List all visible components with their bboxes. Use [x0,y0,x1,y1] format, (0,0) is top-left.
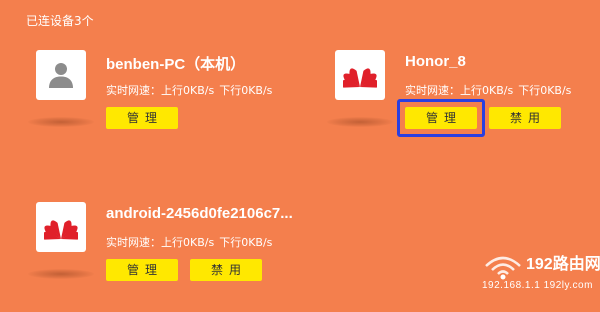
upload-speed: 上行0KB/s [161,84,215,97]
device-card: android-2456d0fe2106c7... 实时网速：上行0KB/s 下行… [28,202,296,312]
download-speed: 下行0KB/s [219,84,273,97]
download-speed: 下行0KB/s [518,84,572,97]
connected-devices-title: 已连设备3个 [26,14,94,28]
speed-line: 实时网速：上行0KB/s 下行0KB/s [405,82,571,98]
device-name: benben-PC（本机） [106,56,246,73]
device-icon-box [335,50,385,100]
speed-label: 实时网速： [106,84,161,97]
speed-line: 实时网速：上行0KB/s 下行0KB/s [106,82,272,98]
upload-speed: 上行0KB/s [460,84,514,97]
speed-label: 实时网速： [106,236,161,249]
device-icon-box [36,50,86,100]
watermark: 192路由网 192.168.1.1 192ly.com [476,250,600,310]
disable-button[interactable]: 禁用 [489,107,561,129]
watermark-domain: 192.168.1.1 192ly.com [482,280,593,291]
speed-line: 实时网速：上行0KB/s 下行0KB/s [106,234,272,250]
huawei-logo-icon [343,68,377,88]
device-name: android-2456d0fe2106c7... [106,205,293,222]
disable-button[interactable]: 禁用 [190,259,262,281]
icon-shadow [327,117,393,127]
icon-shadow [28,269,94,279]
watermark-brand: 192路由网 [526,256,600,273]
highlight-box [397,99,485,137]
download-speed: 下行0KB/s [219,236,273,249]
device-card: benben-PC（本机） 实时网速：上行0KB/s 下行0KB/s 管理 [28,50,296,160]
device-icon-box [36,202,86,252]
manage-button[interactable]: 管理 [106,259,178,281]
icon-shadow [28,117,94,127]
speed-label: 实时网速： [405,84,460,97]
user-icon [49,63,73,88]
manage-button[interactable]: 管理 [106,107,178,129]
huawei-logo-icon [44,220,78,240]
device-name: Honor_8 [405,53,466,70]
upload-speed: 上行0KB/s [161,236,215,249]
wifi-router-icon [485,256,521,280]
